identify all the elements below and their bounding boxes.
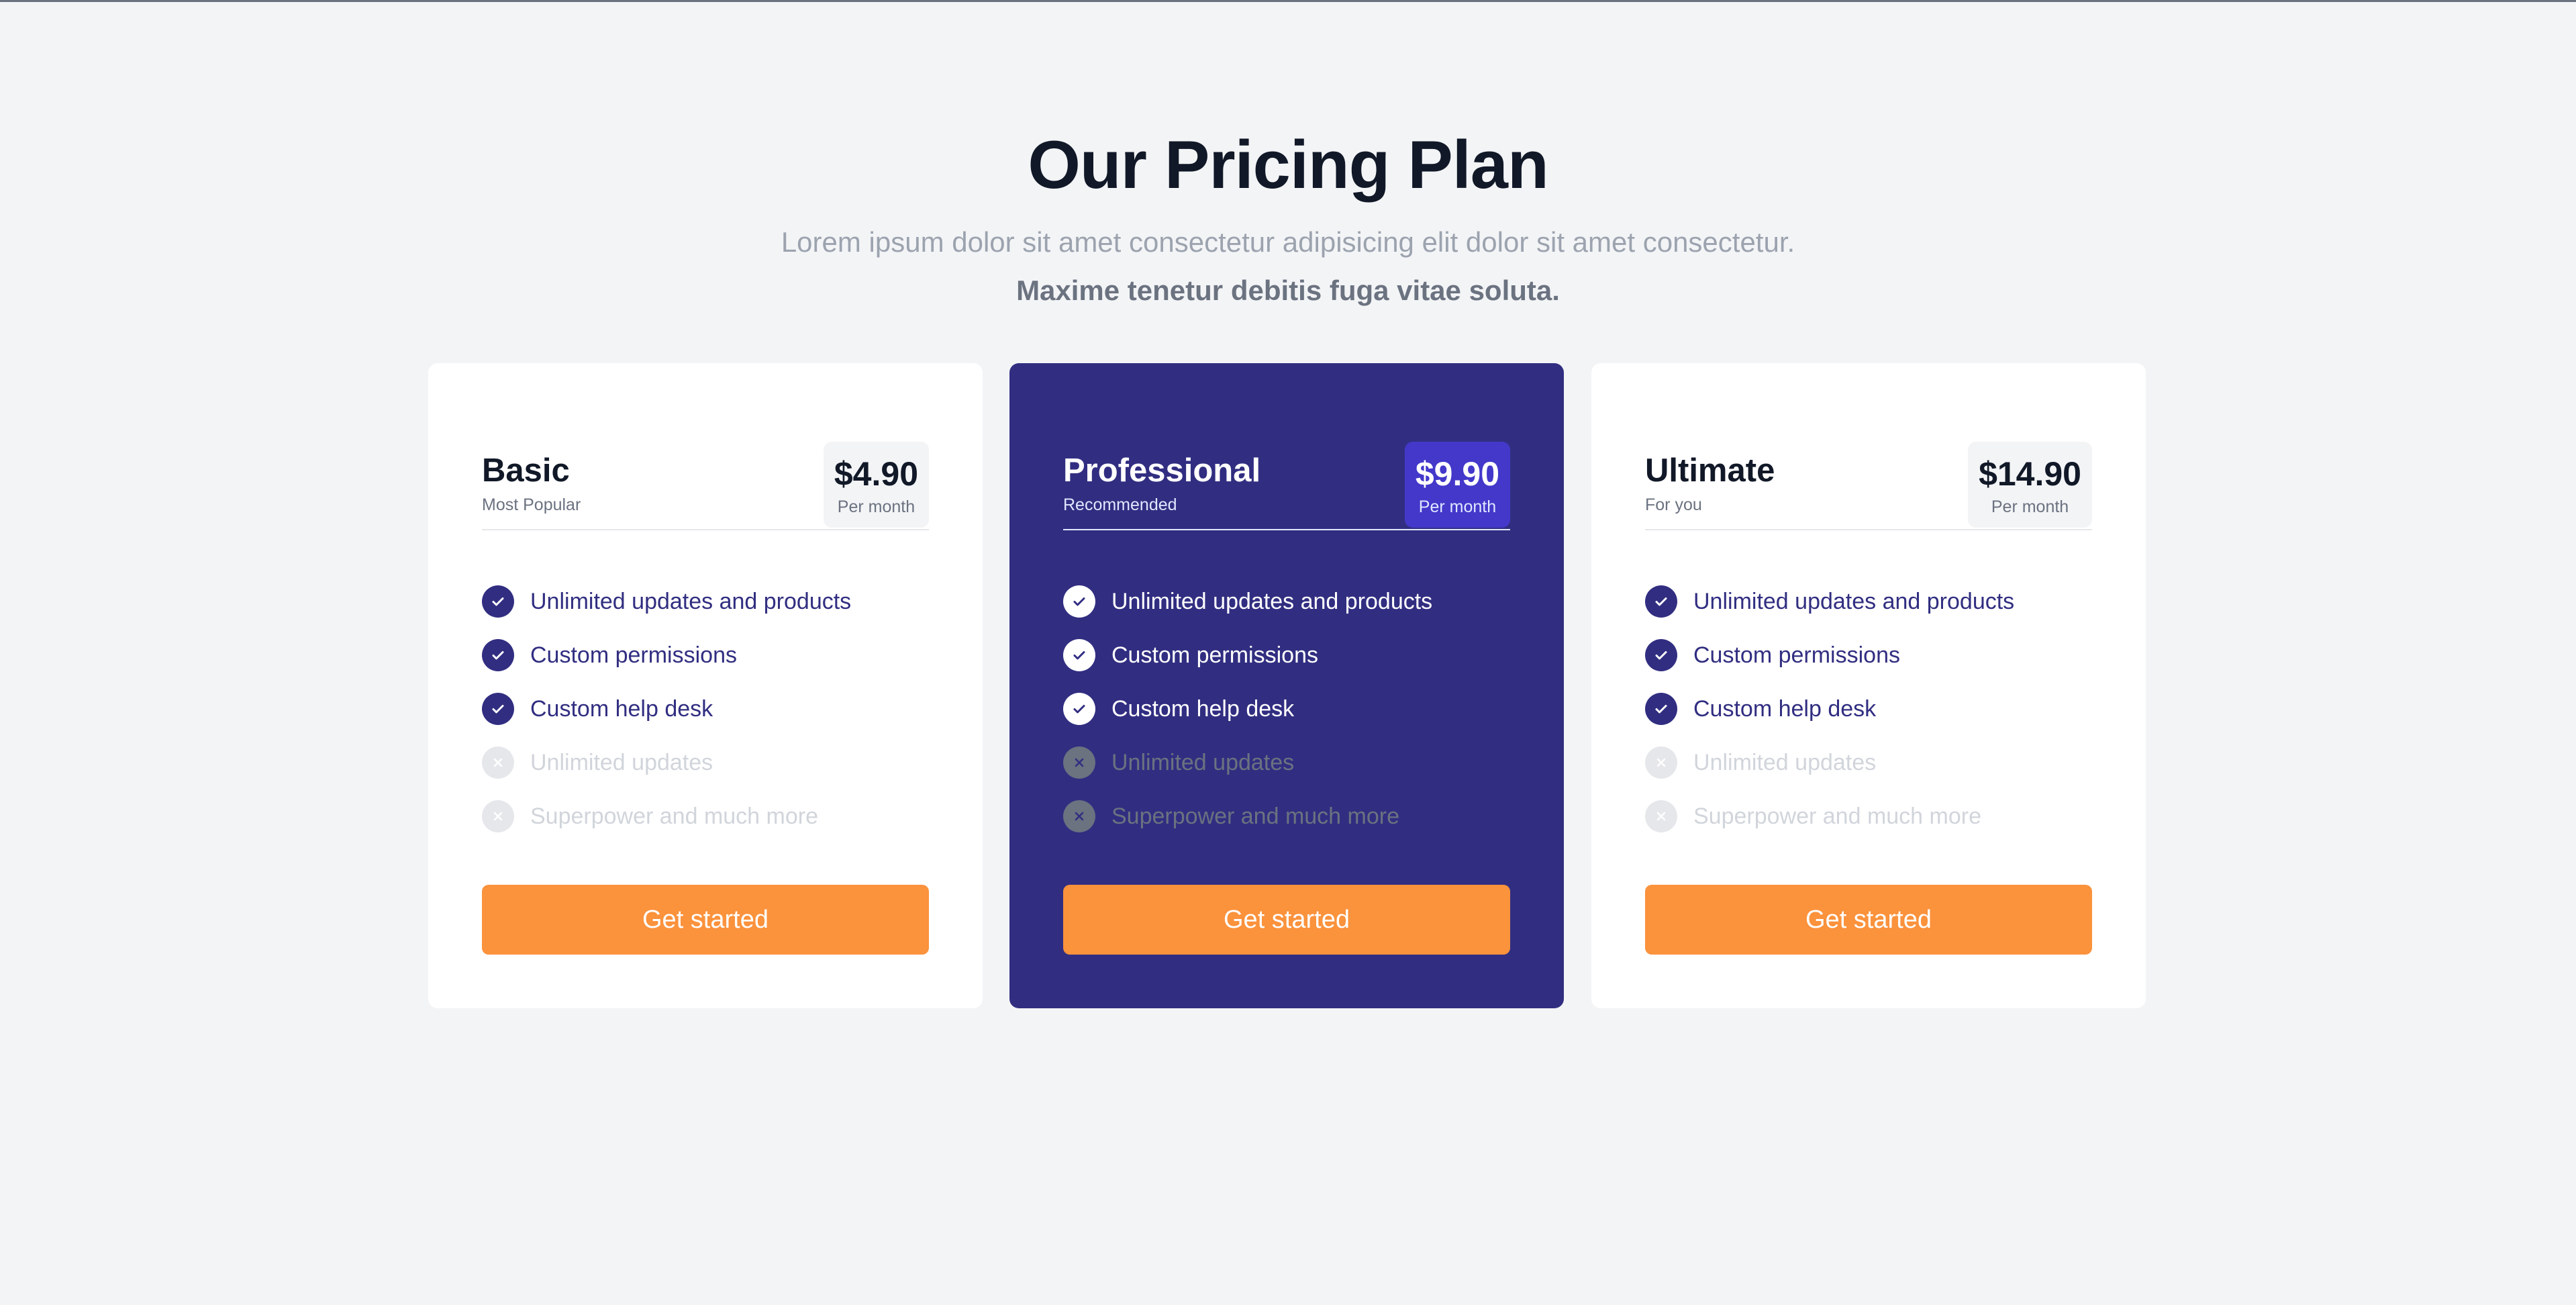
feature-item: Unlimited updates xyxy=(482,744,929,798)
feature-label: Unlimited updates and products xyxy=(530,589,852,614)
feature-label: Unlimited updates and products xyxy=(1693,589,2015,614)
x-icon xyxy=(1063,746,1095,779)
plan-card-basic: Basic Most Popular $4.90 Per month Unlim… xyxy=(428,363,983,1008)
feature-item: Unlimited updates xyxy=(1063,744,1510,798)
plan-header: Basic Most Popular $4.90 Per month xyxy=(482,417,929,528)
plan-subtitle: For you xyxy=(1645,495,1702,514)
check-icon xyxy=(482,693,514,725)
page-title: Our Pricing Plan xyxy=(1028,128,1548,203)
x-icon xyxy=(482,746,514,779)
feature-item: Superpower and much more xyxy=(482,798,929,851)
plan-price: $14.90 xyxy=(1979,455,2081,493)
feature-label: Custom permissions xyxy=(1111,642,1318,668)
feature-label: Unlimited updates xyxy=(530,750,713,775)
feature-label: Custom help desk xyxy=(530,696,713,722)
divider xyxy=(1645,529,2092,530)
feature-item: Custom help desk xyxy=(1063,690,1510,744)
divider xyxy=(1063,529,1510,530)
feature-label: Unlimited updates and products xyxy=(1111,589,1433,614)
feature-label: Unlimited updates xyxy=(1693,750,1877,775)
feature-item: Unlimited updates xyxy=(1645,744,2092,798)
feature-label: Superpower and much more xyxy=(1693,804,1982,829)
check-icon xyxy=(482,585,514,618)
check-icon xyxy=(1063,639,1095,671)
plan-header: Professional Recommended $9.90 Per month xyxy=(1063,417,1510,528)
plan-name: Ultimate xyxy=(1645,452,1775,489)
check-icon xyxy=(1645,693,1677,725)
divider xyxy=(482,529,929,530)
check-icon xyxy=(482,639,514,671)
feature-list: Unlimited updates and products Custom pe… xyxy=(1645,583,2092,851)
feature-item: Superpower and much more xyxy=(1645,798,2092,851)
feature-label: Unlimited updates xyxy=(1111,750,1295,775)
check-icon xyxy=(1645,585,1677,618)
x-icon xyxy=(1063,800,1095,832)
x-icon xyxy=(482,800,514,832)
price-period: Per month xyxy=(837,497,915,516)
feature-item: Superpower and much more xyxy=(1063,798,1510,851)
x-icon xyxy=(1645,800,1677,832)
feature-list: Unlimited updates and products Custom pe… xyxy=(482,583,929,851)
check-icon xyxy=(1063,693,1095,725)
page-tagline: Maxime tenetur debitis fuga vitae soluta… xyxy=(1016,275,1560,306)
feature-item: Custom permissions xyxy=(1645,636,2092,690)
feature-label: Custom help desk xyxy=(1693,696,1877,722)
plan-header: Ultimate For you $14.90 Per month xyxy=(1645,417,2092,528)
feature-label: Custom permissions xyxy=(530,642,737,668)
feature-item: Custom help desk xyxy=(482,690,929,744)
plan-price: $4.90 xyxy=(834,455,918,493)
feature-label: Custom help desk xyxy=(1111,696,1295,722)
feature-list: Unlimited updates and products Custom pe… xyxy=(1063,583,1510,851)
plan-subtitle: Most Popular xyxy=(482,495,581,514)
page-subtitle: Lorem ipsum dolor sit amet consectetur a… xyxy=(781,226,1795,258)
plan-subtitle: Recommended xyxy=(1063,495,1177,514)
feature-item: Custom permissions xyxy=(1063,636,1510,690)
check-icon xyxy=(1645,639,1677,671)
price-period: Per month xyxy=(1418,497,1497,516)
plan-name: Basic xyxy=(482,452,570,489)
feature-label: Superpower and much more xyxy=(1111,804,1400,829)
feature-item: Unlimited updates and products xyxy=(1645,583,2092,636)
price-badge: $4.90 Per month xyxy=(823,442,929,528)
feature-label: Custom permissions xyxy=(1693,642,1900,668)
plan-name: Professional xyxy=(1063,452,1261,489)
x-icon xyxy=(1645,746,1677,779)
feature-item: Unlimited updates and products xyxy=(482,583,929,636)
get-started-button[interactable]: Get started xyxy=(1645,885,2092,955)
get-started-button[interactable]: Get started xyxy=(1063,885,1510,955)
price-badge: $14.90 Per month xyxy=(1968,442,2092,528)
plan-card-ultimate: Ultimate For you $14.90 Per month Unlimi… xyxy=(1591,363,2146,1008)
feature-item: Unlimited updates and products xyxy=(1063,583,1510,636)
feature-item: Custom permissions xyxy=(482,636,929,690)
price-period: Per month xyxy=(1991,497,2069,516)
plan-price: $9.90 xyxy=(1415,455,1499,493)
check-icon xyxy=(1063,585,1095,618)
feature-label: Superpower and much more xyxy=(530,804,819,829)
feature-item: Custom help desk xyxy=(1645,690,2092,744)
plan-card-professional: Professional Recommended $9.90 Per month… xyxy=(1009,363,1564,1008)
get-started-button[interactable]: Get started xyxy=(482,885,929,955)
price-badge: $9.90 Per month xyxy=(1404,442,1510,528)
